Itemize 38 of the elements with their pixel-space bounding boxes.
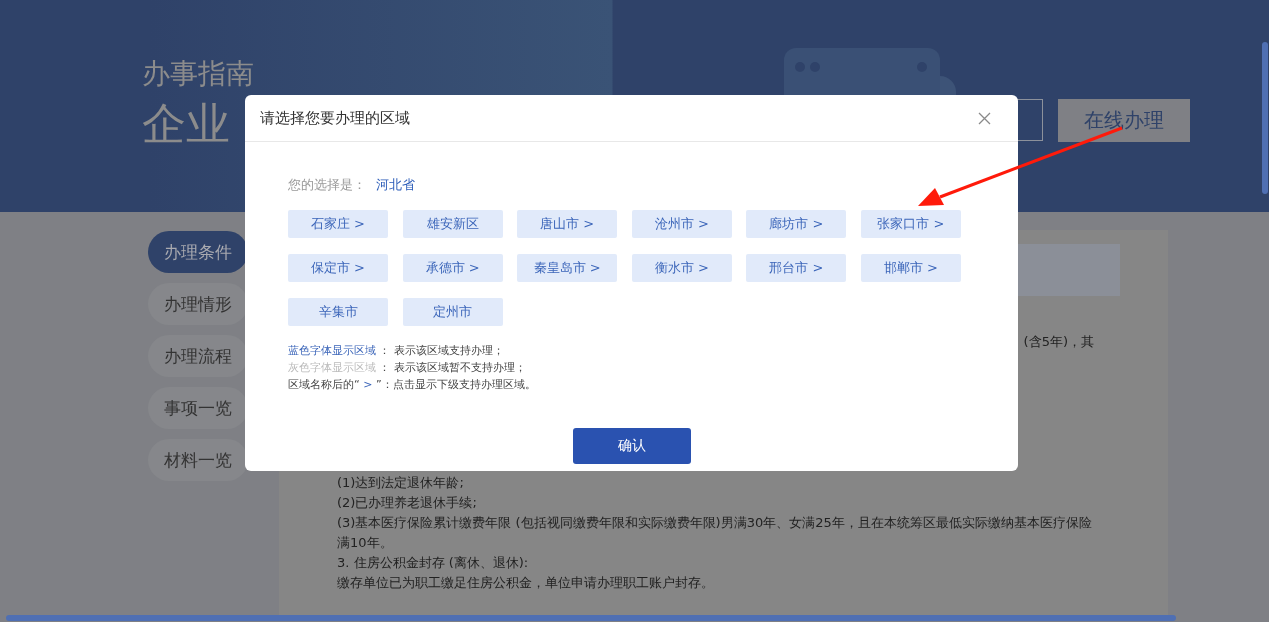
nav-tab[interactable]: 材料一览 (148, 439, 248, 481)
legend-line: 灰色字体显示区域 ： 表示该区域暂不支持办理； (288, 360, 527, 376)
region-button[interactable]: 邯郸市 > (860, 254, 961, 282)
guide-label: 办事指南 (142, 56, 254, 92)
vertical-scrollbar[interactable] (1262, 42, 1268, 194)
region-button[interactable]: 承德市 > (402, 254, 503, 282)
page-title: 企业 (142, 97, 231, 151)
region-button[interactable]: 邢台市 > (746, 254, 847, 282)
content-text: 3. 住房公积金封存 (离休、退休): (337, 554, 530, 572)
region-button[interactable]: 秦皇岛市 > (517, 254, 618, 282)
content-text: (3)基本医疗保险累计缴费年限 (包括视同缴费年限和实际缴费年限)男满30年、女满25年，且在本统筹区最低实际缴纳基本医疗保险满10年。 (337, 514, 1093, 552)
region-button[interactable]: 沧州市 > (631, 210, 732, 238)
region-button[interactable]: 辛集市 (288, 298, 388, 326)
region-button[interactable]: 廊坊市 > (746, 210, 847, 238)
legend-line: 区域名称后的“ > ”：点击显示下级支持办理区域。 (288, 377, 537, 393)
region-button[interactable]: 雄安新区 (402, 210, 503, 238)
confirm-button[interactable]: 确认 (572, 428, 691, 464)
region-button[interactable]: 唐山市 > (517, 210, 618, 238)
nav-tab[interactable]: 办理情形 (148, 283, 248, 325)
region-button[interactable]: 衡水市 > (631, 254, 732, 282)
selection-label: 您的选择是： (288, 176, 366, 194)
region-button[interactable]: 张家口市 > (860, 210, 961, 238)
close-icon[interactable] (978, 111, 991, 125)
nav-tab[interactable]: 办理条件 (148, 231, 248, 273)
horizontal-scrollbar[interactable] (6, 615, 1176, 621)
dialog-title: 请选择您要办理的区域 (260, 108, 410, 128)
region-button[interactable]: 保定市 > (288, 254, 388, 282)
region-button[interactable]: 定州市 (402, 298, 503, 326)
content-text: (含5年)，其 (1023, 333, 1094, 351)
online-button[interactable]: 在线办理 (1058, 99, 1190, 142)
content-text: (2)已办理养老退休手续; (337, 494, 478, 512)
selection-value: 河北省 (376, 176, 415, 194)
region-button[interactable]: 石家庄 > (288, 210, 388, 238)
content-text: (1)达到法定退休年龄; (337, 474, 465, 492)
content-text: 缴存单位已为职工缴足住房公积金，单位申请办理职工账户封存。 (337, 574, 715, 592)
nav-tab[interactable]: 事项一览 (148, 387, 248, 429)
nav-tab[interactable]: 办理流程 (148, 335, 248, 377)
legend-line: 蓝色字体显示区域 ： 表示该区域支持办理； (288, 343, 505, 359)
